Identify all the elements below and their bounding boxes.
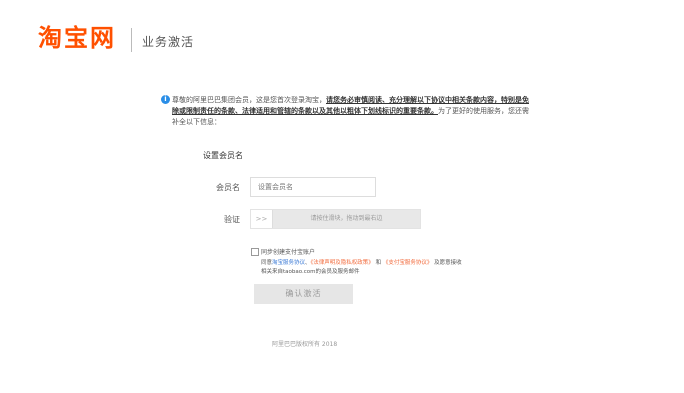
- agreement-text-line3: 相关来自taobao.com的会员及服务邮件: [261, 269, 360, 275]
- confirm-activate-button[interactable]: 确认激活: [254, 284, 353, 304]
- agree-and: 和: [375, 260, 382, 266]
- info-icon: i: [161, 95, 170, 104]
- notice-intro: 尊敬的阿里巴巴集团会员，这是您首次登录淘宝，: [172, 96, 326, 104]
- slider-handle[interactable]: >>: [251, 210, 273, 228]
- sync-alipay-label: 同步创建支付宝账户: [261, 249, 316, 256]
- alipay-agreement-link[interactable]: 《支付宝服务协议》: [383, 260, 433, 266]
- verify-label: 验证: [224, 215, 240, 224]
- agreement-text: 同意淘宝服务协议、《法律声明及隐私权政策》 和 《支付宝服务协议》 及愿意接收: [261, 258, 462, 266]
- agree-suffix: 及愿意接收: [434, 260, 462, 266]
- legal-privacy-link[interactable]: 《法律声明及隐私权政策》: [311, 260, 374, 266]
- agree-prefix: 同意: [261, 260, 273, 266]
- sync-alipay-checkbox[interactable]: [251, 248, 259, 256]
- taobao-logo[interactable]: 淘宝网: [38, 24, 116, 52]
- section-title: 设置会员名: [203, 151, 243, 160]
- page-header: 淘宝网 业务激活: [0, 0, 684, 70]
- slider-hint: 请按住滑块，拖动到最右边: [310, 215, 383, 222]
- member-name-input[interactable]: [250, 177, 376, 197]
- welcome-notice: i 尊敬的阿里巴巴集团会员，这是您首次登录淘宝，请您务必审慎阅读、充分理解以下协…: [161, 95, 535, 128]
- notice-text: 尊敬的阿里巴巴集团会员，这是您首次登录淘宝，请您务必审慎阅读、充分理解以下协议中…: [172, 95, 535, 128]
- page-subtitle: 业务激活: [142, 35, 195, 49]
- taobao-agreement-link[interactable]: 淘宝服务协议: [272, 260, 305, 266]
- slide-verify[interactable]: >> 请按住滑块，拖动到最右边: [250, 209, 421, 229]
- header-divider: [131, 28, 132, 52]
- copyright-footer: 阿里巴巴版权所有 2018: [272, 341, 338, 348]
- member-name-label: 会员名: [216, 183, 240, 192]
